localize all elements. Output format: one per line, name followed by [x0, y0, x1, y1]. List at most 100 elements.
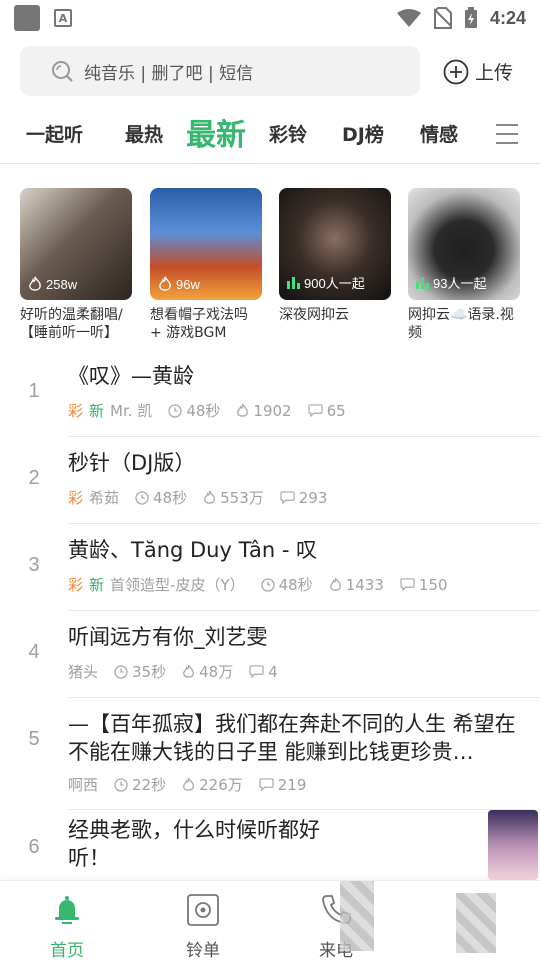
playlist-card[interactable]: 900人一起 深夜网抑云	[279, 188, 391, 324]
fire-icon	[29, 276, 41, 291]
song-rank: 2	[28, 467, 40, 489]
app-indicator-icon: A	[54, 9, 72, 27]
song-rank: 3	[28, 554, 40, 576]
clock-icon	[168, 403, 182, 418]
clock-icon	[114, 777, 128, 792]
song-row[interactable]: 3 黄龄、Tăng Duy Tân - 叹 彩 新 首领造型-皮皮（Y） 48秒…	[0, 524, 540, 611]
song-rank: 6	[28, 836, 40, 858]
search-row: 纯音乐 | 删了吧 | 短信 上传	[0, 44, 540, 100]
search-icon	[52, 61, 73, 82]
ringback-tag: 彩	[68, 576, 84, 594]
song-row[interactable]: 2 秒针（DJ版） 彩 希茹 48秒 553万 293	[0, 437, 540, 524]
bell-icon	[55, 896, 79, 924]
nav-ringtone-list[interactable]: 铃单	[163, 893, 243, 960]
speaker-icon	[187, 894, 219, 926]
card-title: 网抑云☁️语录.视频	[408, 307, 514, 341]
comment-icon	[259, 778, 274, 791]
profile-icon	[456, 893, 496, 953]
song-title: 经典老歌，什么时候听都好听！	[68, 818, 320, 870]
clock-icon	[260, 577, 275, 592]
song-artist: 啊西	[68, 776, 99, 794]
song-artist: 希茹	[89, 489, 120, 507]
song-artist: 首领造型-皮皮（Y）	[110, 576, 245, 594]
playlist-card[interactable]: 93人一起 网抑云☁️语录.视频	[408, 188, 520, 342]
search-input[interactable]: 纯音乐 | 删了吧 | 短信	[20, 46, 420, 96]
song-rank: 4	[28, 641, 40, 663]
mini-player-cover[interactable]	[488, 810, 538, 880]
card-thumbnail: 96w	[150, 188, 262, 300]
song-row[interactable]: 4 听闻远方有你_刘艺雯 猪头 35秒 48万 4	[0, 611, 540, 698]
equalizer-icon	[416, 276, 429, 289]
card-badge: 93人一起	[416, 273, 486, 292]
fire-icon	[159, 276, 171, 291]
song-meta: 啊西 22秒 226万 219	[68, 775, 307, 795]
ringback-tag: 彩	[68, 489, 84, 507]
song-list: 1 《叹》—黄龄 彩 新 Mr. 凯 48秒 1902 65 2 秒针（DJ版）…	[0, 350, 540, 890]
card-badge: 900人一起	[287, 273, 365, 292]
tab-emotion[interactable]: 情感	[420, 120, 458, 147]
upload-button[interactable]: 上传	[443, 58, 513, 85]
song-title: —【百年孤寂】我们都在奔赴不同的人生 希望在不能在赚大钱的日子里 能赚到比钱更珍…	[68, 712, 516, 764]
tab-newest[interactable]: 最新	[186, 110, 246, 154]
clock-icon	[114, 664, 128, 679]
status-bar: A 4:24	[0, 0, 540, 36]
song-meta: 彩 新 首领造型-皮皮（Y） 48秒 1433 150	[68, 575, 448, 595]
wifi-icon	[396, 9, 421, 27]
search-placeholder: 纯音乐 | 删了吧 | 短信	[84, 63, 254, 84]
card-title: 好听的温柔翻唱/【睡前听一听】	[20, 307, 123, 341]
upload-label: 上传	[475, 62, 514, 84]
playlist-card[interactable]: 258w 好听的温柔翻唱/【睡前听一听】	[20, 188, 132, 342]
no-sim-icon	[433, 7, 452, 29]
song-artist: 猪头	[68, 663, 99, 681]
battery-charging-icon	[464, 7, 477, 28]
comment-icon	[280, 491, 295, 504]
nav-home[interactable]: 首页	[27, 893, 107, 960]
tab-hottest[interactable]: 最热	[125, 120, 163, 147]
card-thumbnail: 93人一起	[408, 188, 520, 300]
ringback-tag: 彩	[68, 402, 84, 420]
playlist-cards: 258w 好听的温柔翻唱/【睡前听一听】 96w 想看帽子戏法吗 + 游戏BGM…	[20, 188, 530, 348]
song-rank: 1	[28, 380, 40, 402]
song-meta: 彩 希茹 48秒 553万 293	[68, 488, 328, 508]
song-title: 听闻远方有你_刘艺雯	[68, 625, 268, 649]
card-thumbnail: 258w	[20, 188, 132, 300]
playlist-card[interactable]: 96w 想看帽子戏法吗 + 游戏BGM	[150, 188, 262, 342]
clock: 4:24	[489, 7, 526, 28]
menu-icon[interactable]	[496, 124, 518, 144]
song-title: 黄龄、Tăng Duy Tân - 叹	[68, 538, 318, 562]
nav-profile[interactable]	[436, 893, 516, 958]
song-row[interactable]: 6 经典老歌，什么时候听都好听！	[0, 810, 540, 890]
new-tag: 新	[89, 576, 105, 594]
plus-circle-icon	[443, 59, 469, 84]
notification-icon	[14, 5, 40, 31]
equalizer-icon	[287, 276, 300, 289]
card-title: 深夜网抑云	[279, 307, 349, 323]
song-row[interactable]: 5 —【百年孤寂】我们都在奔赴不同的人生 希望在不能在赚大钱的日子里 能赚到比钱…	[0, 698, 540, 810]
song-row[interactable]: 1 《叹》—黄龄 彩 新 Mr. 凯 48秒 1902 65	[0, 350, 540, 437]
clock-icon	[135, 490, 149, 505]
tab-ringback[interactable]: 彩铃	[269, 120, 307, 147]
song-title: 秒针（DJ版）	[68, 451, 196, 475]
tab-dj-chart[interactable]: DJ榜	[342, 120, 384, 147]
card-thumbnail: 900人一起	[279, 188, 391, 300]
fire-icon	[329, 577, 341, 591]
redacted-area	[340, 881, 374, 951]
fire-icon	[204, 490, 216, 504]
category-tabs: 一起听 最热 最新 彩铃 DJ榜 情感	[0, 108, 540, 164]
song-title: 《叹》—黄龄	[68, 364, 194, 388]
fire-icon	[237, 403, 249, 417]
fire-icon	[183, 664, 195, 678]
comment-icon	[249, 665, 264, 678]
tab-listen-together[interactable]: 一起听	[26, 120, 83, 147]
comment-icon	[307, 404, 323, 417]
fire-icon	[183, 777, 195, 791]
card-badge: 96w	[158, 276, 200, 292]
song-meta: 猪头 35秒 48万 4	[68, 662, 278, 682]
song-artist: Mr. 凯	[110, 402, 153, 420]
card-title: 想看帽子戏法吗 + 游戏BGM	[150, 307, 248, 341]
new-tag: 新	[89, 402, 105, 420]
bottom-nav: 首页 铃单 来电	[0, 880, 540, 960]
song-meta: 彩 新 Mr. 凯 48秒 1902 65	[68, 401, 346, 421]
song-rank: 5	[28, 728, 40, 750]
comment-icon	[400, 578, 415, 591]
